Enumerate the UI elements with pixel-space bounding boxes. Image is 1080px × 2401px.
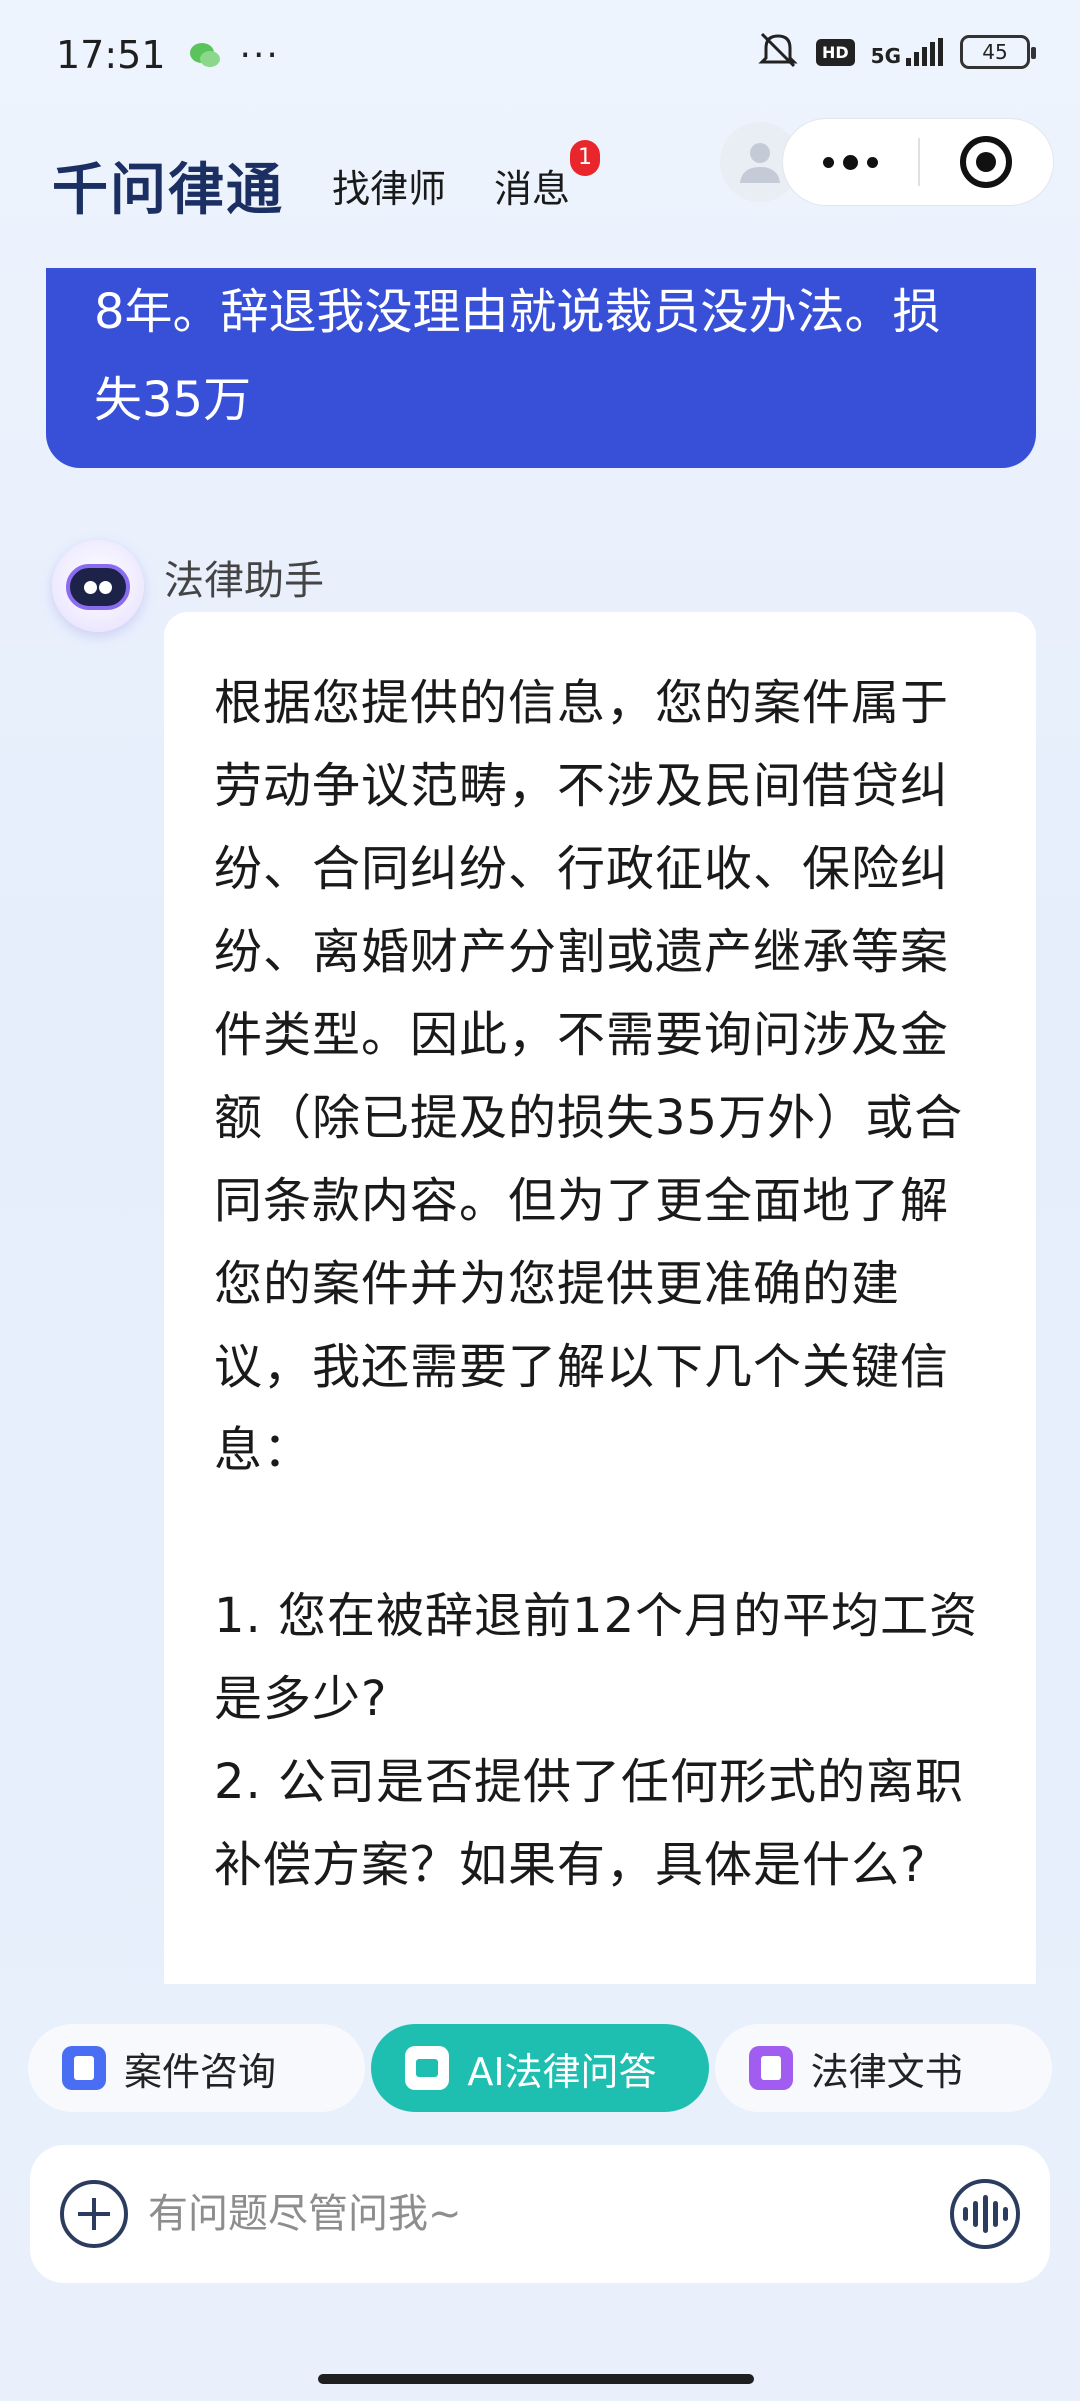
document-edit-icon (748, 2046, 793, 2090)
status-time: 17:51 (56, 33, 166, 77)
status-icons: HD 5G 45 (756, 30, 1036, 74)
status-bar: 17:51 ··· HD 5G 45 (0, 0, 1080, 110)
robot-icon (66, 564, 130, 610)
miniprogram-capsule (782, 118, 1054, 206)
add-attachment-button[interactable] (60, 2180, 128, 2248)
tab-label: 法律文书 (810, 2049, 963, 2094)
nav-messages-label: 消息 (494, 166, 571, 211)
more-menu-button[interactable] (783, 154, 918, 170)
user-message-bubble: 8年。辞退我没理由就说裁员没办法。损失35万 (46, 268, 1036, 468)
wechat-icon (188, 38, 222, 72)
mute-icon (756, 30, 800, 74)
message-count-badge: 1 (570, 139, 601, 176)
hd-badge: HD (815, 38, 855, 66)
tab-ai-legal-qa[interactable]: AI法律问答 (371, 2024, 709, 2112)
nav-find-lawyer[interactable]: 找律师 (332, 158, 446, 213)
target-icon (960, 136, 1013, 188)
assistant-message-bubble: 根据您提供的信息，您的案件属于劳动争议范畴，不涉及民间借贷纠纷、合同纠纷、行政征… (164, 612, 1036, 1984)
battery-icon: 45 (960, 35, 1036, 69)
close-miniprogram-button[interactable] (920, 136, 1053, 188)
assistant-avatar (52, 540, 144, 632)
tab-label: 案件咨询 (124, 2049, 277, 2094)
assistant-message-text: 根据您提供的信息，您的案件属于劳动争议范畴，不涉及民间借贷纠纷、合同纠纷、行政征… (214, 675, 979, 1893)
network-type: 5G (870, 44, 901, 68)
user-message-text: 8年。辞退我没理由就说裁员没办法。损失35万 (94, 284, 941, 428)
voice-input-button[interactable] (950, 2179, 1020, 2249)
home-indicator[interactable] (318, 2374, 754, 2384)
signal-icon: 5G (871, 38, 944, 66)
tab-legal-documents[interactable]: 法律文书 (714, 2024, 1052, 2112)
nav-messages[interactable]: 消息 1 (494, 139, 601, 213)
tab-case-consult[interactable]: 案件咨询 (28, 2024, 366, 2112)
person-icon (740, 143, 780, 183)
ai-chat-icon (405, 2046, 450, 2090)
case-icon (62, 2046, 106, 2090)
chat-input[interactable] (148, 2164, 950, 2264)
assistant-name: 法律助手 (164, 558, 324, 604)
feature-tabs: 案件咨询 AI法律问答 法律文书 (28, 2024, 1052, 2112)
status-more-icon: ··· (239, 34, 280, 76)
chat-input-bar (30, 2145, 1050, 2283)
tab-label: AI法律问答 (467, 2049, 657, 2094)
app-logo: 千问律通 (52, 157, 284, 223)
